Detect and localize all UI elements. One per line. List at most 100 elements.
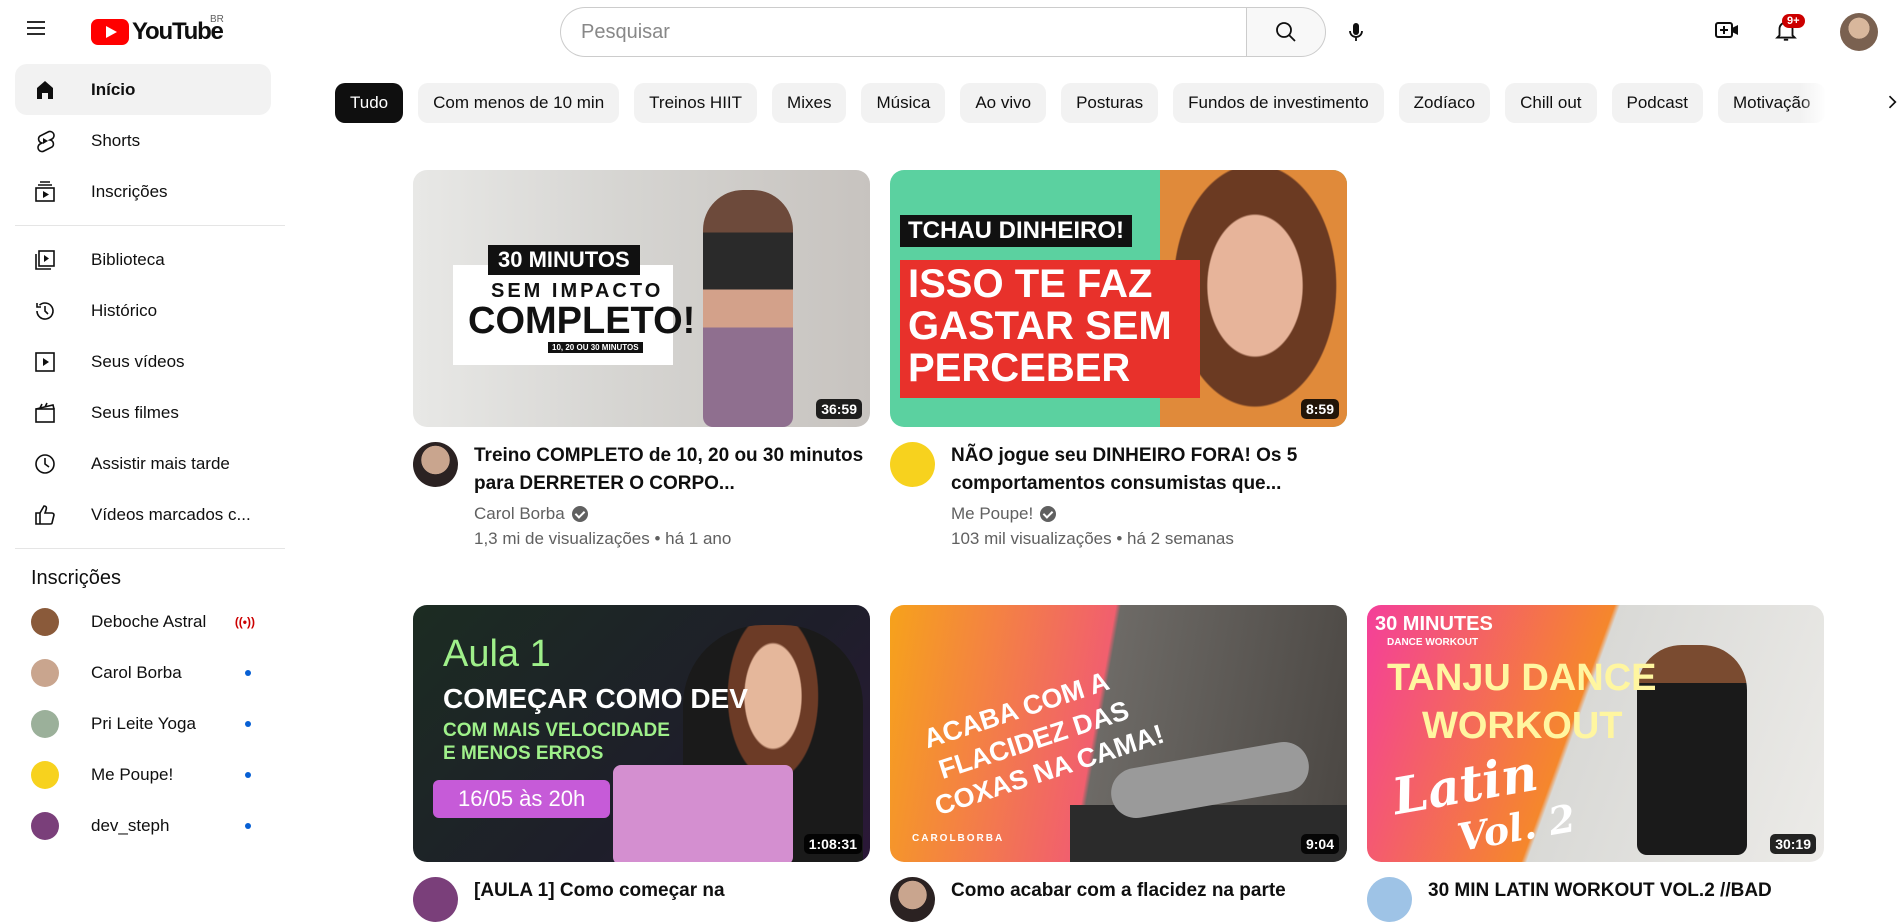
subscriptions-heading: Inscrições <box>31 567 122 589</box>
thumb-text: ISSO TE FAZ <box>908 262 1153 306</box>
channel-avatar[interactable] <box>1367 877 1412 922</box>
subscription-name: Pri Leite Yoga <box>91 713 196 733</box>
library-icon <box>31 246 59 274</box>
channel-name[interactable]: Me Poupe! <box>951 504 1033 524</box>
chip[interactable]: Tudo <box>335 83 404 123</box>
chip[interactable]: Posturas <box>1061 83 1159 123</box>
new-content-dot <box>245 822 251 829</box>
youtube-play-icon <box>91 19 129 45</box>
chip[interactable]: Mixes <box>772 83 847 123</box>
video-card[interactable]: ACABA COM A FLACIDEZ DAS COXAS NA CAMA! … <box>890 605 1347 922</box>
channel-avatar <box>31 760 59 789</box>
sidebar-item-shorts[interactable]: Shorts <box>15 115 271 166</box>
verified-icon <box>1040 506 1057 522</box>
thumb-text: TCHAU DINHEIRO! <box>900 215 1132 247</box>
sidebar-item-label: Biblioteca <box>91 249 165 269</box>
channel-avatar[interactable] <box>413 877 458 922</box>
video-thumbnail[interactable]: Aula 1 COMEÇAR COMO DEV COM MAIS VELOCID… <box>413 605 870 862</box>
subscription-item[interactable]: dev_steph <box>15 800 271 851</box>
youtube-logo[interactable]: YouTube <box>91 18 224 46</box>
sidebar-item-subscriptions[interactable]: Inscrições <box>15 166 271 217</box>
video-thumbnail[interactable]: ACABA COM A FLACIDEZ DAS COXAS NA CAMA! … <box>890 605 1347 862</box>
video-card[interactable]: TCHAU DINHEIRO! ISSO TE FAZ GASTAR SEM P… <box>890 170 1347 549</box>
filter-chips-bar: Tudo Com menos de 10 min Treinos HIIT Mi… <box>335 83 1845 123</box>
your-videos-icon <box>31 348 59 376</box>
menu-icon[interactable] <box>20 12 52 44</box>
sidebar-item-library[interactable]: Biblioteca <box>15 234 271 285</box>
chip[interactable]: Música <box>861 83 946 123</box>
video-duration: 1:08:31 <box>803 834 862 854</box>
video-meta: NÃO jogue seu DINHEIRO FORA! Os 5 compor… <box>890 442 1347 549</box>
channel-avatar[interactable] <box>890 442 935 487</box>
channel-name[interactable]: Carol Borba <box>474 504 565 524</box>
sidebar-item-liked-videos[interactable]: Vídeos marcados c... <box>15 489 271 540</box>
video-card[interactable]: 30 MINUTES DANCE WORKOUT TANJU DANCE WOR… <box>1367 605 1824 922</box>
video-stats: 1,3 mi de visualizações • há 1 ano <box>474 529 732 548</box>
thumb-text: DANCE WORKOUT <box>1387 637 1479 648</box>
video-title[interactable]: NÃO jogue seu DINHEIRO FORA! Os 5 compor… <box>951 442 1347 498</box>
search-button[interactable] <box>1246 7 1326 57</box>
chips-fade <box>1800 83 1845 123</box>
video-meta: [AULA 1] Como começar na <box>413 877 870 922</box>
thumb-text: 16/05 às 20h <box>433 780 611 818</box>
live-icon: ((•)) <box>234 614 255 629</box>
video-thumbnail[interactable]: 30 MINUTOS SEM IMPACTO COMPLETO! 10, 20 … <box>413 170 870 427</box>
create-button[interactable] <box>1711 14 1743 46</box>
chevron-right-icon[interactable] <box>1880 90 1903 114</box>
channel-avatar <box>31 607 59 636</box>
chip[interactable]: Com menos de 10 min <box>418 83 620 123</box>
history-icon <box>31 297 59 325</box>
thumb-text: COM MAIS VELOCIDADE <box>443 720 670 741</box>
subscription-item[interactable]: Deboche Astral ((•)) <box>15 596 271 647</box>
video-duration: 30:19 <box>1770 834 1816 854</box>
sidebar-item-home[interactable]: Início <box>15 64 271 115</box>
sidebar-item-label: Vídeos marcados c... <box>91 504 251 524</box>
video-title[interactable]: Treino COMPLETO de 10, 20 ou 30 minutos … <box>474 442 870 498</box>
video-title[interactable]: [AULA 1] Como começar na <box>474 877 725 905</box>
sidebar-item-movies[interactable]: Seus filmes <box>15 387 271 438</box>
video-thumbnail[interactable]: 30 MINUTES DANCE WORKOUT TANJU DANCE WOR… <box>1367 605 1824 862</box>
video-duration: 8:59 <box>1300 399 1339 419</box>
top-bar: YouTube BR 9+ <box>0 0 1903 57</box>
search-input[interactable] <box>560 7 1246 57</box>
chip[interactable]: Treinos HIIT <box>634 83 758 123</box>
voice-search-button[interactable] <box>1336 12 1376 52</box>
new-content-dot <box>245 720 251 727</box>
chip[interactable]: Zodíaco <box>1398 83 1491 123</box>
home-icon <box>31 76 59 104</box>
sidebar-item-label: Histórico <box>91 300 158 320</box>
watch-later-icon <box>31 450 59 478</box>
new-content-dot <box>245 771 251 778</box>
movies-icon <box>31 399 59 427</box>
sidebar-item-label: Shorts <box>91 130 141 150</box>
chip[interactable]: Chill out <box>1505 83 1597 123</box>
channel-avatar[interactable] <box>890 877 935 922</box>
channel-name-row: Me Poupe! <box>951 504 1347 524</box>
thumb-text: TANJU DANCE <box>1387 657 1657 699</box>
sidebar-item-your-videos[interactable]: Seus vídeos <box>15 336 271 387</box>
sidebar-item-watch-later[interactable]: Assistir mais tarde <box>15 438 271 489</box>
sidebar-item-label: Início <box>91 79 136 99</box>
video-title[interactable]: Como acabar com a flacidez na parte <box>951 877 1286 905</box>
notification-badge: 9+ <box>1782 14 1805 28</box>
thumb-text: PERCEBER <box>908 346 1131 390</box>
video-title[interactable]: 30 MIN LATIN WORKOUT VOL.2 //BAD <box>1428 877 1772 905</box>
chip[interactable]: Fundos de investimento <box>1173 83 1384 123</box>
sidebar-item-history[interactable]: Histórico <box>15 285 271 336</box>
sidebar-item-label: Seus vídeos <box>91 351 185 371</box>
video-card[interactable]: Aula 1 COMEÇAR COMO DEV COM MAIS VELOCID… <box>413 605 870 922</box>
channel-avatar[interactable] <box>413 442 458 487</box>
verified-icon <box>571 506 588 522</box>
subscription-item[interactable]: Pri Leite Yoga <box>15 698 271 749</box>
account-avatar[interactable] <box>1840 13 1878 51</box>
video-meta: Treino COMPLETO de 10, 20 ou 30 minutos … <box>413 442 870 549</box>
video-thumbnail[interactable]: TCHAU DINHEIRO! ISSO TE FAZ GASTAR SEM P… <box>890 170 1347 427</box>
subscription-item[interactable]: Carol Borba <box>15 647 271 698</box>
chip[interactable]: Podcast <box>1611 83 1703 123</box>
channel-avatar <box>31 709 59 738</box>
video-card[interactable]: 30 MINUTOS SEM IMPACTO COMPLETO! 10, 20 … <box>413 170 870 549</box>
thumb-text: 10, 20 OU 30 MINUTOS <box>548 342 643 353</box>
chip[interactable]: Ao vivo <box>960 83 1047 123</box>
thumb-text: E MENOS ERROS <box>443 743 604 764</box>
subscription-item[interactable]: Me Poupe! <box>15 749 271 800</box>
